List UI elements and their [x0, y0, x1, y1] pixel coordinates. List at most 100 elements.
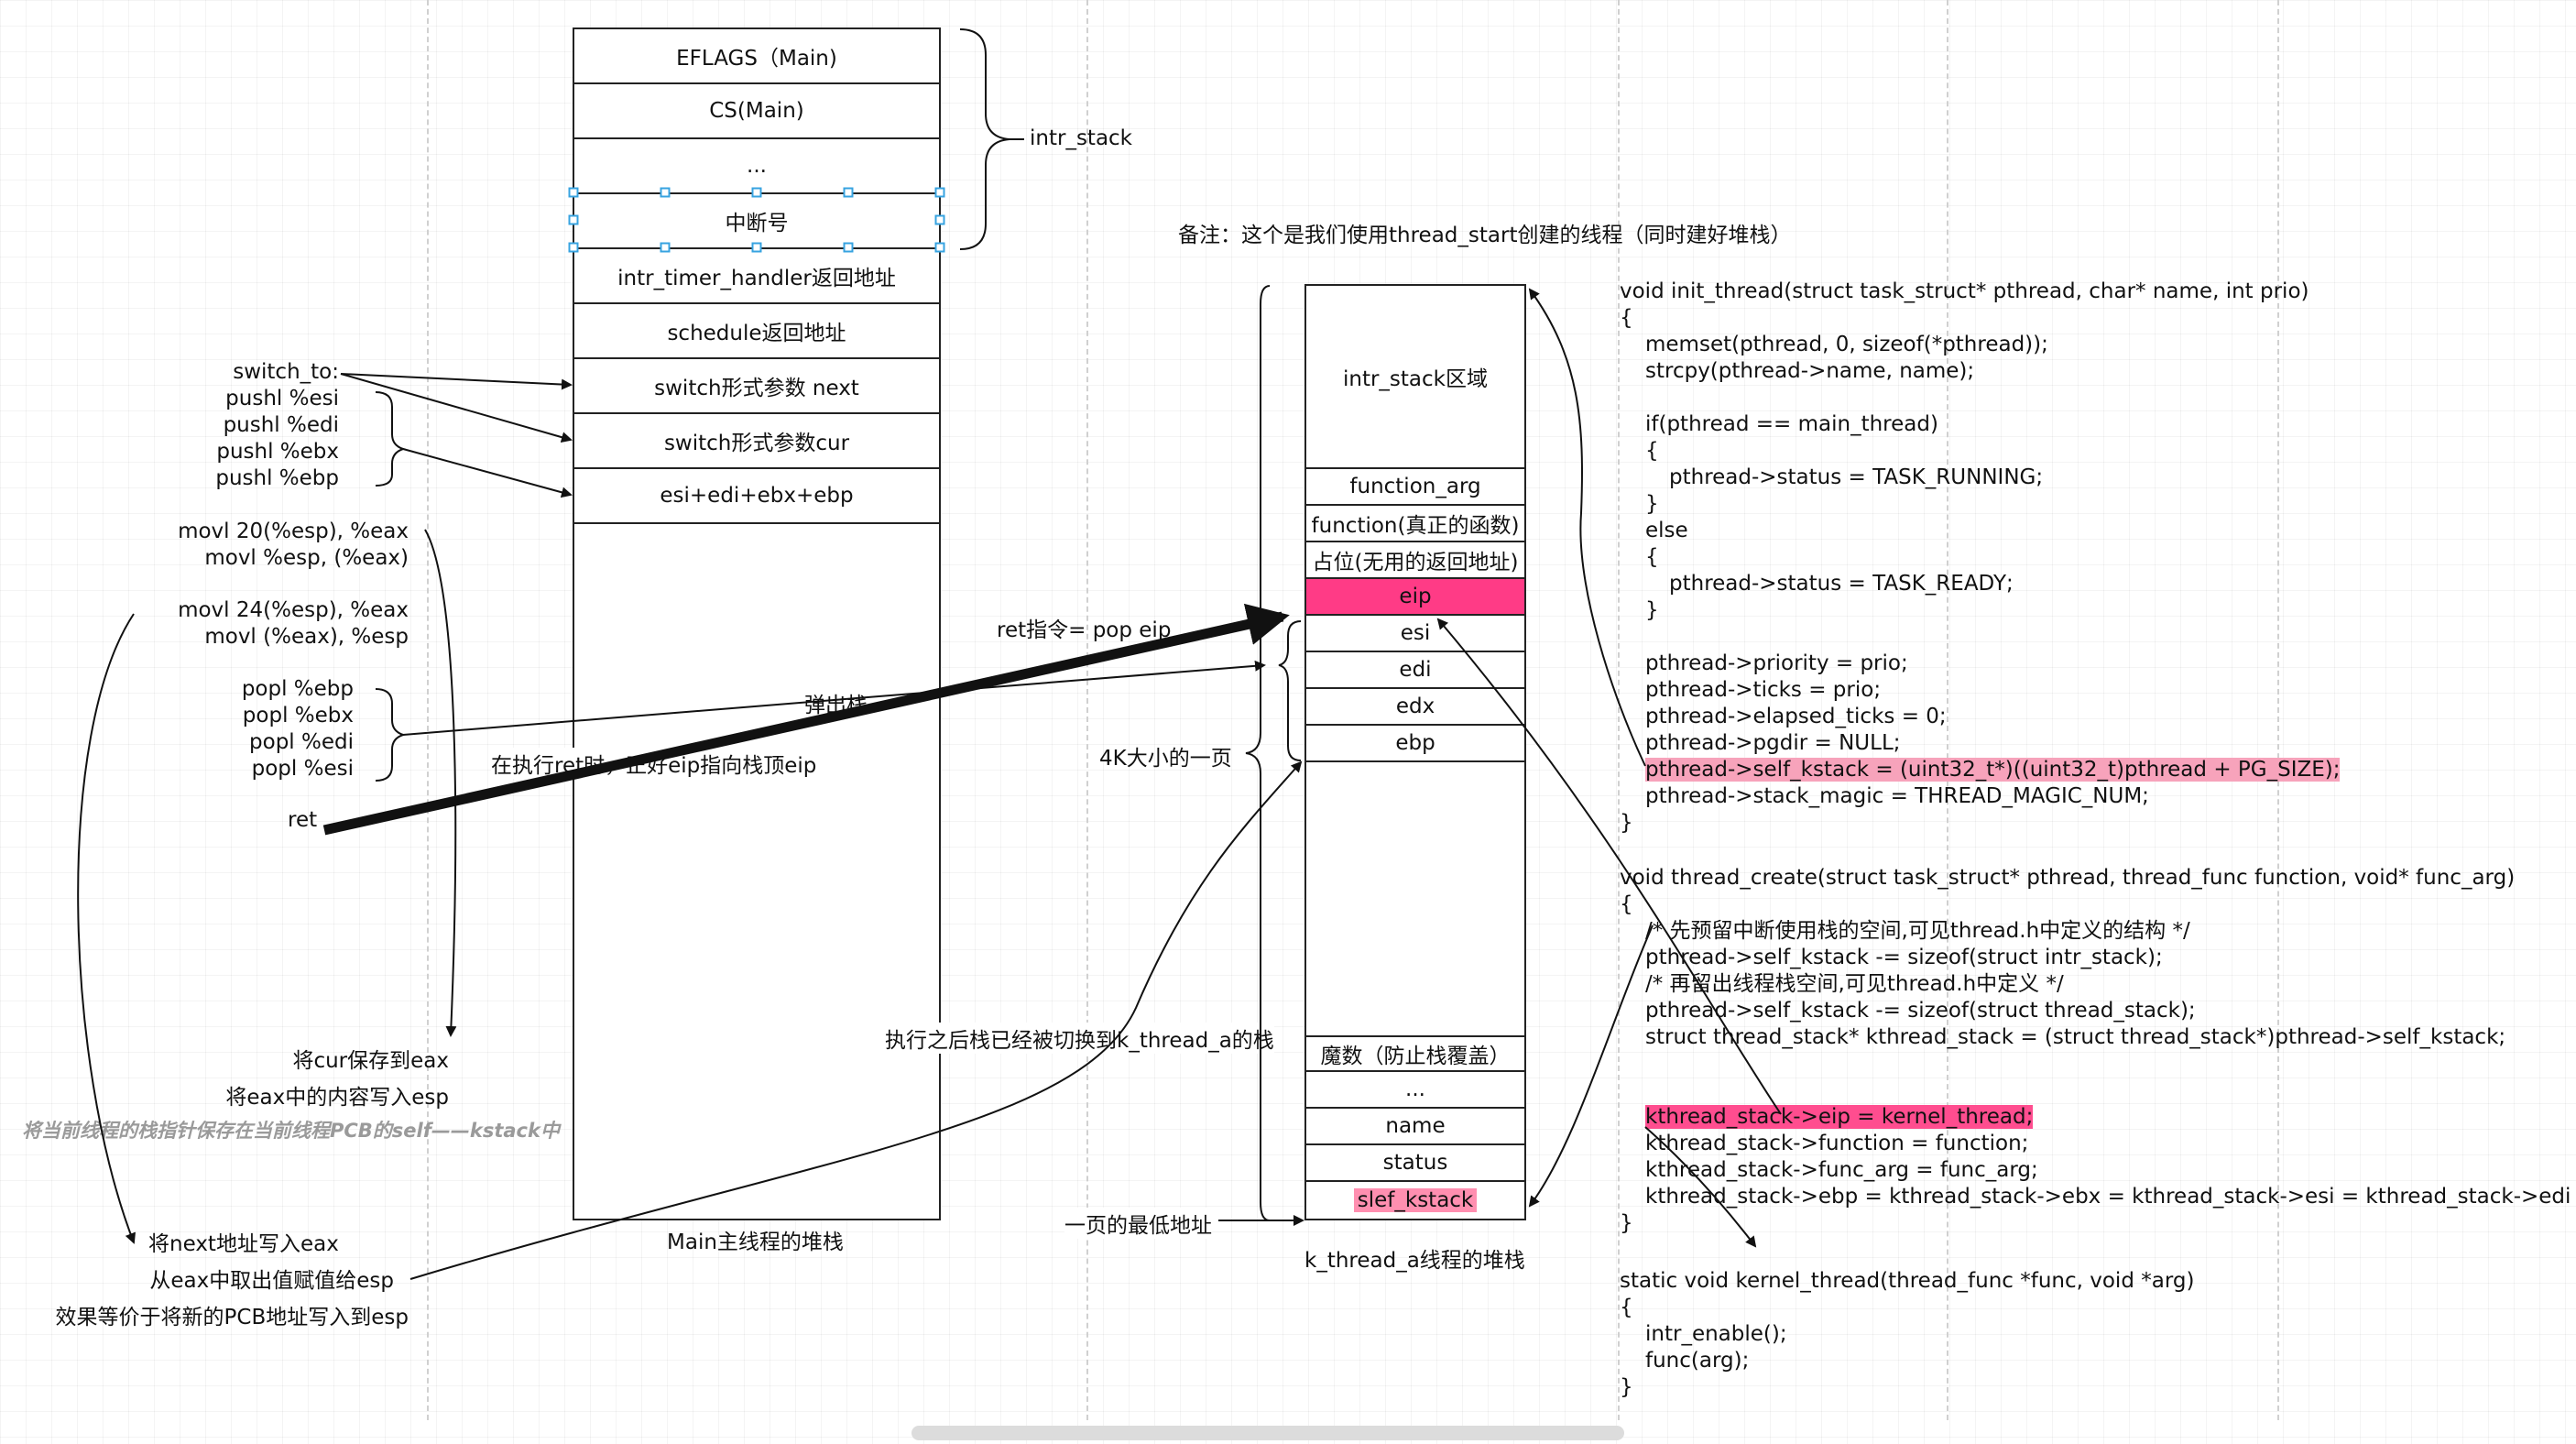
stack-cell[interactable]: intr_timer_handler返回地址 [574, 249, 939, 304]
selection-handle[interactable] [934, 242, 945, 253]
code-line: } [1645, 492, 1659, 516]
code-line: memset(pthread, 0, sizeof(*pthread)); [1645, 333, 2048, 356]
write-esp-label: 将eax中的内容写入esp [225, 1086, 449, 1110]
stack-cell[interactable]: EFLAGS（Main) [574, 29, 939, 84]
switched-label: 执行之后栈已经被切换到k_thread_a的栈 [885, 1023, 1274, 1054]
stack-cell[interactable]: status [1306, 1145, 1524, 1182]
code-line: pthread->priority = prio; [1645, 651, 1908, 675]
code-blank [1620, 1078, 2576, 1104]
stack-cell[interactable]: CS(Main) [574, 84, 939, 139]
stack-cell[interactable]: esi [1306, 616, 1524, 652]
code-line: pushl %esi [225, 387, 339, 410]
stack-cell[interactable]: switch形式参数cur [574, 414, 939, 469]
register-brace [1278, 620, 1302, 761]
selection-handle[interactable] [568, 214, 579, 225]
code-line-highlight: kthread_stack->eip = kernel_thread; [1620, 1104, 2576, 1131]
code-line: pthread->self_kstack -= sizeof(struct in… [1645, 946, 2163, 969]
code-line: pushl %edi [223, 413, 339, 437]
selection-handle[interactable] [751, 242, 762, 253]
code-line: movl 20(%esp), %eax [178, 520, 409, 543]
code-line: if(pthread == main_thread) [1645, 412, 1938, 436]
ret-label: ret [288, 808, 318, 832]
equivalent-label: 效果等价于将新的PCB地址写入到esp [55, 1306, 409, 1329]
thread-create-code: void thread_create(struct task_struct* p… [1620, 865, 2576, 1237]
switch-arrow-next [340, 373, 573, 390]
next-arrow [77, 613, 136, 1244]
highlighted-code: pthread->self_kstack = (uint32_t*)((uint… [1645, 758, 2341, 782]
stack-cell[interactable]: name [1306, 1109, 1524, 1145]
code-line: pthread->self_kstack -= sizeof(struct th… [1645, 999, 2196, 1023]
code-line: pthread->status = TASK_READY; [1669, 572, 2014, 596]
kthread-stack-caption: k_thread_a线程的堆栈 [1304, 1249, 1525, 1273]
stack-cell[interactable]: edx [1306, 689, 1524, 726]
self-kstack-cell[interactable]: slef_kstack [1306, 1182, 1524, 1219]
selection-handle[interactable] [568, 187, 579, 198]
stack-cell[interactable]: ebp [1306, 726, 1524, 762]
main-stack-caption: Main主线程的堆栈 [667, 1231, 844, 1254]
code-line: { [1620, 892, 1633, 916]
code-line: popl %ebp [241, 677, 354, 701]
code-line: pushl %ebx [216, 440, 339, 464]
self-kstack-label: slef_kstack [1353, 1188, 1478, 1212]
code-line: } [1645, 598, 1659, 622]
code-line: struct thread_stack* kthread_stack = (st… [1645, 1025, 2506, 1049]
selection-handle[interactable] [660, 187, 671, 198]
pop-block: popl %ebp popl %ebx popl %edi popl %esi [183, 676, 354, 782]
code-line: popl %esi [251, 757, 354, 781]
code-line: movl (%eax), %esp [204, 625, 409, 649]
stack-cell[interactable]: edi [1306, 652, 1524, 689]
code-blank [1620, 1051, 2576, 1078]
code-line: func(arg); [1645, 1349, 1750, 1373]
four-k-label: 4K大小的一页 [1099, 747, 1232, 771]
code-line: kthread_stack->function = function; [1645, 1132, 2029, 1155]
code-line: { [1620, 1296, 1633, 1319]
code-line: intr_enable(); [1645, 1322, 1787, 1346]
selection-handle[interactable] [843, 187, 854, 198]
selection-handle[interactable] [934, 214, 945, 225]
code-blank [1620, 624, 2340, 651]
code-line: pthread->stack_magic = THREAD_MAGIC_NUM; [1645, 784, 2149, 808]
code-line: } [1620, 1375, 1633, 1399]
switch-arrow-cur [340, 373, 573, 443]
next-eax-label: 将next地址写入eax [148, 1232, 339, 1256]
code-line: { [1645, 439, 1659, 463]
four-k-brace [1245, 285, 1271, 1221]
selection-handle[interactable] [751, 187, 762, 198]
code-line: void init_thread(struct task_struct* pth… [1620, 279, 2309, 303]
selection-handle[interactable] [660, 242, 671, 253]
horizontal-scrollbar[interactable] [911, 1426, 1624, 1440]
stack-cell[interactable]: switch形式参数 next [574, 359, 939, 414]
kthread-stack[interactable]: intr_stack区域 function_arg function(真正的函数… [1304, 284, 1526, 1220]
code-line: static void kernel_thread(thread_func *f… [1620, 1269, 2195, 1293]
stack-cell[interactable]: esi+edi+ebx+ebp [574, 469, 939, 524]
code-line: pthread->ticks = prio; [1645, 678, 1882, 702]
stack-cell[interactable]: function_arg [1306, 469, 1524, 506]
stack-cell[interactable]: ... [1306, 1072, 1524, 1109]
code-line: movl 24(%esp), %eax [178, 598, 409, 622]
stack-cell[interactable]: schedule返回地址 [574, 304, 939, 359]
stack-cell[interactable]: function(真正的函数) [1306, 506, 1524, 542]
eip-cell[interactable]: eip [1306, 579, 1524, 616]
movl-block-2: movl 24(%esp), %eax movl (%eax), %esp [137, 597, 409, 651]
stack-cell[interactable]: 中断号 [574, 194, 939, 249]
ret-pop-eip-label: ret指令= pop eip [997, 618, 1172, 642]
code-line: /* 再留出线程栈空间,可见thread.h中定义 */ [1645, 972, 2064, 996]
code-line: { [1645, 545, 1659, 569]
stack-cell[interactable]: 魔数（防止栈覆盖） [1306, 1035, 1524, 1072]
selection-handle[interactable] [568, 242, 579, 253]
switch-to-block: switch_to: pushl %esi pushl %edi pushl %… [211, 359, 339, 492]
kernel-thread-code: static void kernel_thread(thread_func *f… [1620, 1268, 2194, 1401]
code-line: strcpy(pthread->name, name); [1645, 359, 1975, 383]
stack-cell[interactable]: 占位(无用的返回地址) [1306, 542, 1524, 579]
stack-cell[interactable]: ... [574, 139, 939, 194]
save-cur-label: 将cur保存到eax [292, 1049, 449, 1073]
movl-arrow [424, 529, 457, 1037]
selection-handle[interactable] [934, 187, 945, 198]
selection-handle[interactable] [843, 242, 854, 253]
code-line: kthread_stack->func_arg = func_arg; [1645, 1158, 2038, 1182]
code-line: pthread->status = TASK_RUNNING; [1669, 465, 2044, 489]
code-line: } [1620, 811, 1633, 835]
note-text: 备注：这个是我们使用thread_start创建的线程（同时建好堆栈） [1178, 224, 1792, 247]
intr-stack-area[interactable]: intr_stack区域 [1306, 286, 1524, 469]
ret-eip-top-label: 在执行ret时，正好eip指向栈顶eip [491, 748, 817, 779]
